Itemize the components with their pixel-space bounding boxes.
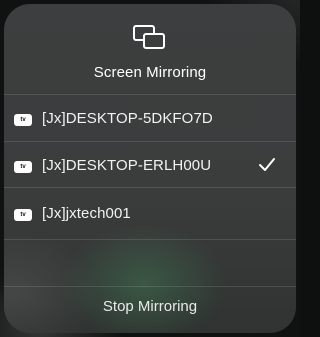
divider — [4, 187, 296, 188]
screen-background: Screen Mirroring tv [Jx]DESKTOP-5DKFO7D … — [0, 0, 300, 337]
panel-title: Screen Mirroring — [93, 64, 207, 81]
apple-tv-icon: tv — [14, 114, 32, 126]
stop-mirroring-button[interactable]: Stop Mirroring — [4, 287, 296, 333]
device-label: [Jx]jxtech001 — [42, 205, 131, 222]
device-row[interactable]: tv [Jx]jxtech001 — [4, 191, 296, 239]
apple-tv-icon: tv — [14, 161, 32, 173]
apple-tv-icon: tv — [14, 209, 32, 221]
device-row[interactable]: tv [Jx]DESKTOP-5DKFO7D — [4, 96, 296, 144]
divider — [4, 141, 296, 142]
checkmark-icon — [259, 158, 275, 171]
screen-mirroring-panel: Screen Mirroring tv [Jx]DESKTOP-5DKFO7D … — [4, 4, 296, 333]
device-label: [Jx]DESKTOP-ERLH00U — [42, 157, 212, 174]
device-label: [Jx]DESKTOP-5DKFO7D — [42, 110, 213, 127]
device-row-selected[interactable]: tv [Jx]DESKTOP-ERLH00U — [4, 143, 296, 191]
screen-mirroring-icon — [133, 25, 165, 49]
divider — [4, 94, 296, 95]
divider — [4, 239, 296, 240]
panel-header: Screen Mirroring — [4, 4, 296, 92]
